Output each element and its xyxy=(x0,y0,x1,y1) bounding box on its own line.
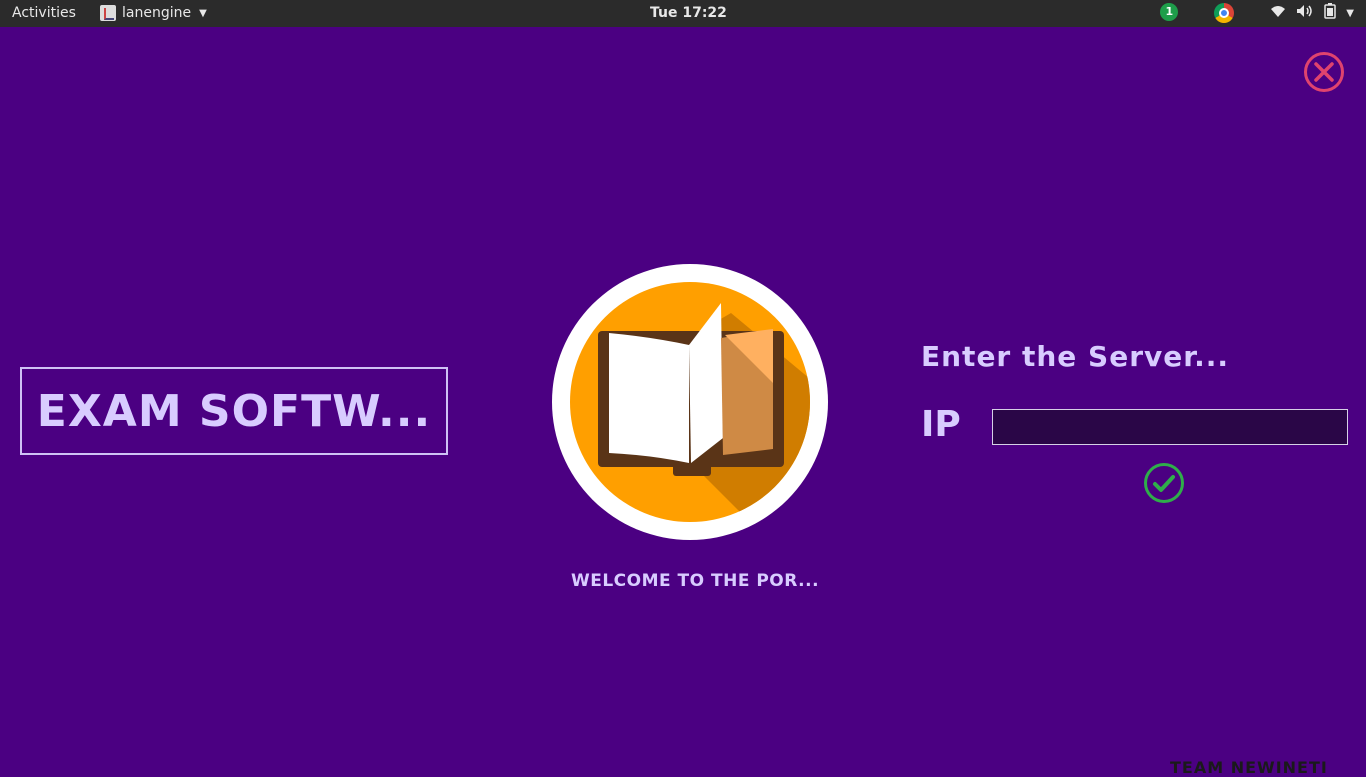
update-shield-icon: 1 xyxy=(1160,3,1179,21)
system-tray: 1 ▼ xyxy=(1160,3,1354,23)
close-button[interactable] xyxy=(1303,51,1345,93)
welcome-text: WELCOME TO THE POR... xyxy=(570,571,820,591)
chevron-down-icon: ▼ xyxy=(199,7,207,19)
system-menu-chevron-down-icon[interactable]: ▼ xyxy=(1346,8,1354,19)
wifi-icon[interactable] xyxy=(1270,4,1286,22)
system-top-bar: Activities lanengine ▼ Tue 17:22 1 ▼ xyxy=(0,0,1366,27)
notification-badge[interactable]: 1 xyxy=(1160,3,1179,23)
close-circle-icon xyxy=(1304,52,1344,92)
check-circle-icon xyxy=(1144,463,1184,503)
book-logo xyxy=(551,263,829,541)
server-prompt: Enter the Server... xyxy=(921,340,1229,373)
app-title: EXAM SOFTW... xyxy=(36,385,432,437)
java-app-icon xyxy=(100,5,116,21)
app-name: lanengine xyxy=(122,5,192,21)
ip-label: IP xyxy=(921,404,961,445)
confirm-button[interactable] xyxy=(1143,462,1185,504)
volume-icon[interactable] xyxy=(1296,4,1314,22)
clock[interactable]: Tue 17:22 xyxy=(650,5,727,21)
ip-input[interactable] xyxy=(992,409,1348,445)
activities-button[interactable]: Activities xyxy=(12,5,76,21)
open-book-icon xyxy=(552,264,828,540)
battery-icon[interactable] xyxy=(1324,3,1337,23)
app-menu[interactable]: lanengine ▼ xyxy=(100,5,207,21)
app-title-box: EXAM SOFTW... xyxy=(20,367,448,455)
chrome-icon[interactable] xyxy=(1214,3,1235,23)
